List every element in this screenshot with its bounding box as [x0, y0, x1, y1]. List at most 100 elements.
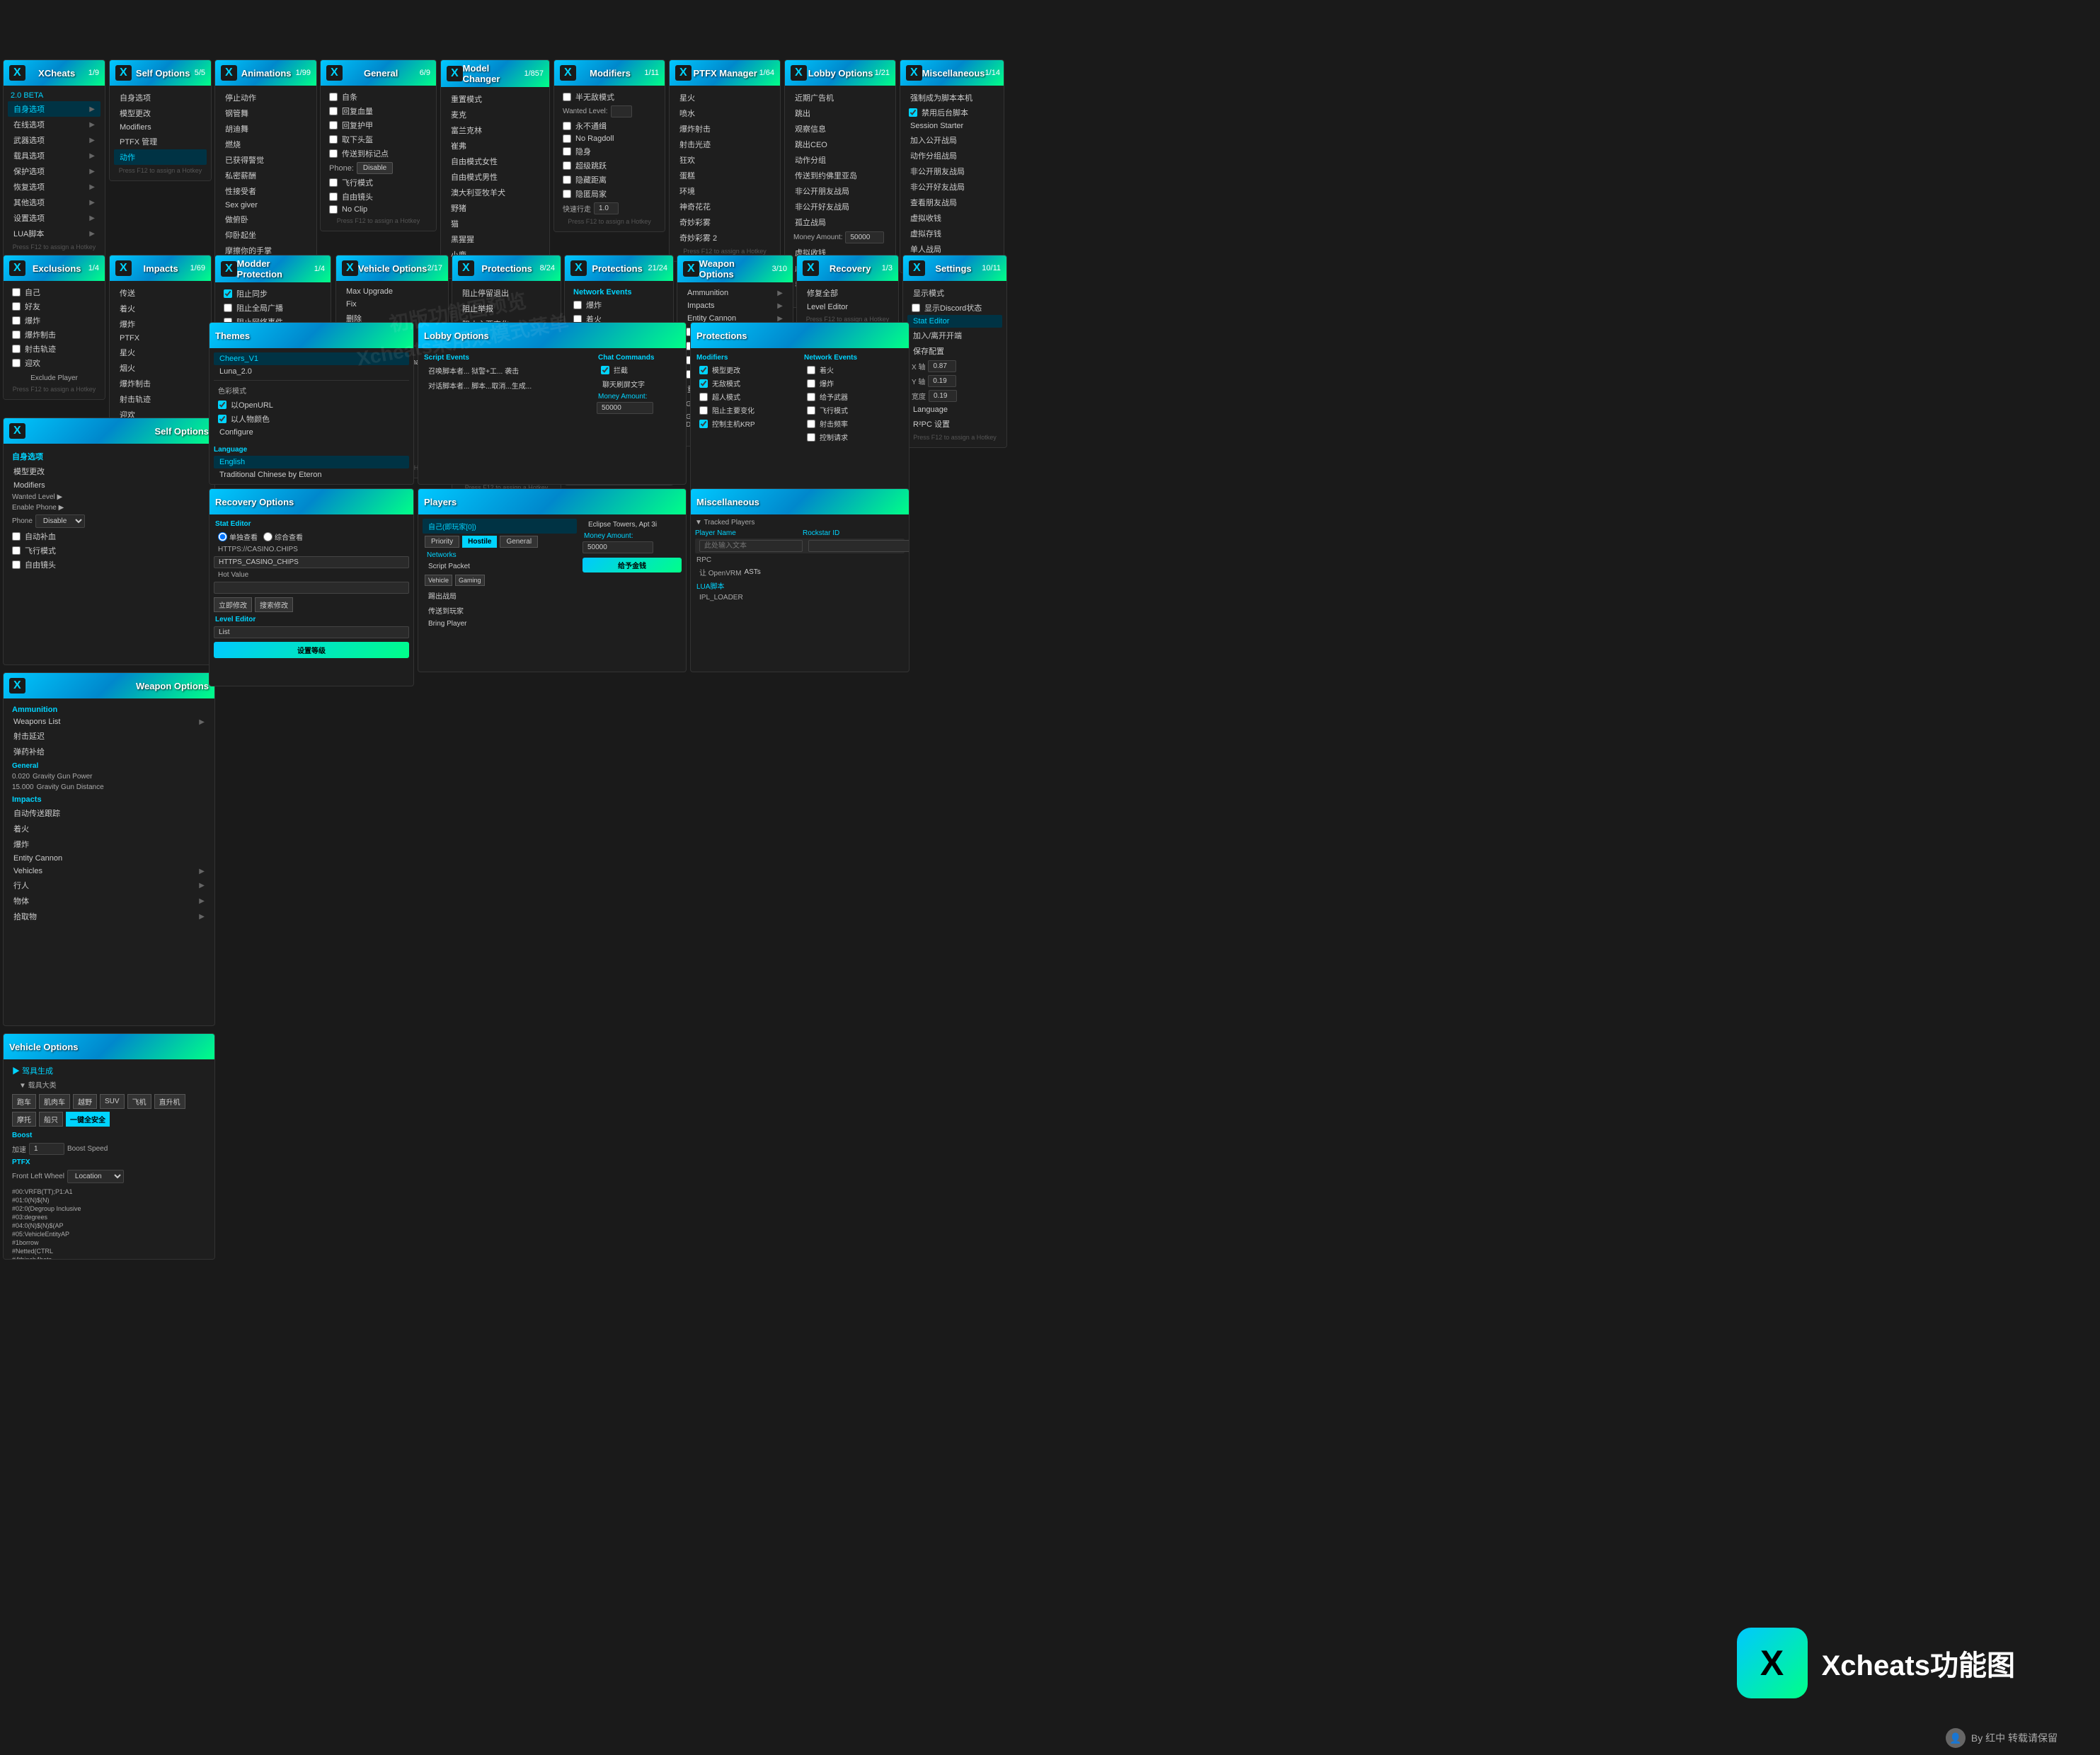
menu-online[interactable]: 在线选项▶ [8, 117, 101, 132]
lobby-friends-closed[interactable]: 非公开朋友战局 [789, 183, 891, 199]
wod-pickup[interactable]: 拾取物▶ [8, 909, 210, 924]
ptfx-magic[interactable]: 神奇花花 [674, 199, 776, 214]
misc-virtual-collect[interactable]: 虚拟收钱 [905, 210, 999, 226]
phone-select[interactable]: Disable Enable [35, 514, 85, 528]
veh-fix[interactable]: Fix [340, 298, 444, 311]
mod-no-wanted[interactable]: 永不通缉 [558, 119, 660, 133]
miscd-name-input[interactable] [699, 540, 803, 552]
model-male[interactable]: 自由模式男性 [445, 169, 545, 185]
vdl-type-btn3[interactable]: 越野 [73, 1094, 97, 1109]
ptfx-mist2[interactable]: 奇妙彩雾 2 [674, 230, 776, 246]
vdl-type-btn2[interactable]: 肌肉车 [39, 1094, 70, 1109]
misc-friends-open[interactable]: 非公开好友战局 [905, 179, 999, 195]
misc-action[interactable]: 动作分组战局 [905, 148, 999, 163]
set2-rpc[interactable]: R²PC 设置 [907, 416, 1002, 432]
recd-apply-btn[interactable]: 立即修改 [214, 597, 252, 612]
money-input[interactable] [845, 231, 884, 243]
x-axis-input[interactable] [928, 360, 956, 372]
lobby-quit-ceo[interactable]: 跳出CEO [789, 137, 891, 152]
miscd-id-input[interactable] [808, 540, 910, 552]
misc-friends-closed[interactable]: 非公开朋友战局 [905, 163, 999, 179]
impact-shoot[interactable]: 爆炸制击 [114, 376, 207, 391]
gen-freelook[interactable]: 自由镜头 [325, 190, 432, 204]
excl-welcome[interactable]: 迎欢 [8, 356, 101, 370]
plr-hostile-btn[interactable]: Hostile [462, 536, 497, 548]
y-axis-input[interactable] [928, 375, 956, 387]
plr-game-btn[interactable]: Gaming [455, 575, 485, 586]
anim-stop[interactable]: 停止动作 [219, 90, 312, 105]
impact-trail[interactable]: 射击轨迹 [114, 391, 207, 407]
misc-join-public[interactable]: 加入公开战局 [905, 132, 999, 148]
set2-language[interactable]: Language [907, 403, 1002, 416]
menu-weapons[interactable]: 武器选项▶ [8, 132, 101, 148]
anim-private[interactable]: 私密薪酬 [219, 168, 312, 183]
wod-tp[interactable]: 自动传送跟踪 [8, 805, 210, 821]
impact-explode[interactable]: 爆炸 [114, 316, 207, 332]
lob-money-input[interactable] [597, 402, 653, 414]
theme-cheats[interactable]: Cheers_V1 [214, 352, 409, 365]
plr-kick[interactable]: 踢出战局 [423, 588, 577, 603]
lobby-info[interactable]: 观察信息 [789, 121, 891, 137]
anim-aware[interactable]: 已获得警觉 [219, 152, 312, 168]
recd-radio-all[interactable]: 综合查看 [263, 531, 303, 542]
mp-sync[interactable]: 阻止同步 [219, 287, 326, 301]
mod-semi-god[interactable]: 半无敌模式 [558, 90, 660, 104]
ptfx-mist1[interactable]: 奇妙彩雾 [674, 214, 776, 230]
protd-n5[interactable]: 射击频率 [803, 417, 905, 430]
anim-hood[interactable]: 胡迪舞 [219, 121, 312, 137]
gen-noclip[interactable]: No Clip [325, 204, 432, 215]
recd-level-input[interactable] [214, 626, 409, 638]
ptfx-env[interactable]: 环境 [674, 183, 776, 199]
plr-general-btn[interactable]: General [500, 536, 538, 548]
plr-script[interactable]: Script Packet [423, 560, 577, 572]
vdl-type-all[interactable]: 一键全安全 [66, 1112, 110, 1127]
plr-bring[interactable]: Bring Player [423, 618, 577, 630]
misc-view-friends[interactable]: 查看朋友战局 [905, 195, 999, 210]
recd-url-input[interactable] [214, 556, 409, 568]
lob-s2[interactable]: 对话脚本者... 脚本...取消...生成... [423, 378, 591, 393]
anim-receive[interactable]: 性接受者 [219, 183, 312, 199]
plr-send-money-btn[interactable]: 给予金钱 [583, 558, 682, 572]
anim-pole[interactable]: 钢管舞 [219, 105, 312, 121]
mp-global[interactable]: 阻止全局广播 [219, 301, 326, 315]
phone-disable-btn[interactable]: Disable [357, 162, 393, 174]
plr-vehicle-btn[interactable]: Vehicle [425, 575, 452, 586]
protd-n4[interactable]: 飞行模式 [803, 403, 905, 417]
self-det-model[interactable]: 模型更改 [8, 464, 210, 479]
lob-chat-spam[interactable]: 聊天刷屏文字 [597, 376, 682, 391]
model-trevor[interactable]: 崔弗 [445, 138, 545, 154]
ptfx-trail[interactable]: 射击光迹 [674, 137, 776, 152]
excl-trail[interactable]: 射击轨迹 [8, 342, 101, 356]
protd-m1[interactable]: 模型更改 [695, 363, 797, 376]
lobby-action[interactable]: 动作分组 [789, 152, 891, 168]
gen-fly[interactable]: 飞行模式 [325, 176, 432, 190]
theme-config[interactable]: Configure [214, 426, 409, 439]
model-aus[interactable]: 澳大利亚牧羊犬 [445, 185, 545, 200]
protd-n2[interactable]: 爆炸 [803, 376, 905, 390]
wod-entity[interactable]: Entity Cannon [8, 852, 210, 865]
p8-stop-leave[interactable]: 阻止停留退出 [457, 285, 556, 301]
wod-explode[interactable]: 爆炸 [8, 836, 210, 852]
ptfx-cake[interactable]: 蛋糕 [674, 168, 776, 183]
veh-max-upgrade[interactable]: Max Upgrade [340, 285, 444, 298]
lob-chat-1[interactable]: 拦截 [597, 363, 682, 376]
lang-chs[interactable]: Traditional Chinese by Eteron [214, 481, 409, 485]
anim-giver[interactable]: Sex giver [219, 199, 312, 212]
gen-item-4[interactable]: 取下头盔 [325, 132, 432, 146]
p21-explosion[interactable]: 爆炸 [569, 298, 669, 312]
anim-burn[interactable]: 燃烧 [219, 137, 312, 152]
lobby-advert[interactable]: 近期广告机 [789, 90, 891, 105]
protd-n1[interactable]: 着火 [803, 363, 905, 376]
impact-ptfx[interactable]: PTFX [114, 332, 207, 345]
walk-speed-input[interactable] [594, 202, 619, 214]
misc-virtual-save[interactable]: 虚拟存钱 [905, 226, 999, 241]
model-female[interactable]: 自由模式女性 [445, 154, 545, 169]
ptfx-sparks[interactable]: 星火 [674, 90, 776, 105]
wod-ammo-item[interactable]: Weapons List▶ [8, 715, 210, 728]
width-input[interactable] [929, 390, 957, 402]
menu-lua[interactable]: LUA脚本▶ [8, 226, 101, 241]
theme-check2[interactable]: 以人物颜色 [214, 412, 409, 426]
self-item-2[interactable]: 模型更改 [114, 105, 207, 121]
self-item-3[interactable]: Modifiers [114, 121, 207, 134]
set2-join-leave[interactable]: 加入/离开开端 [907, 328, 1002, 343]
